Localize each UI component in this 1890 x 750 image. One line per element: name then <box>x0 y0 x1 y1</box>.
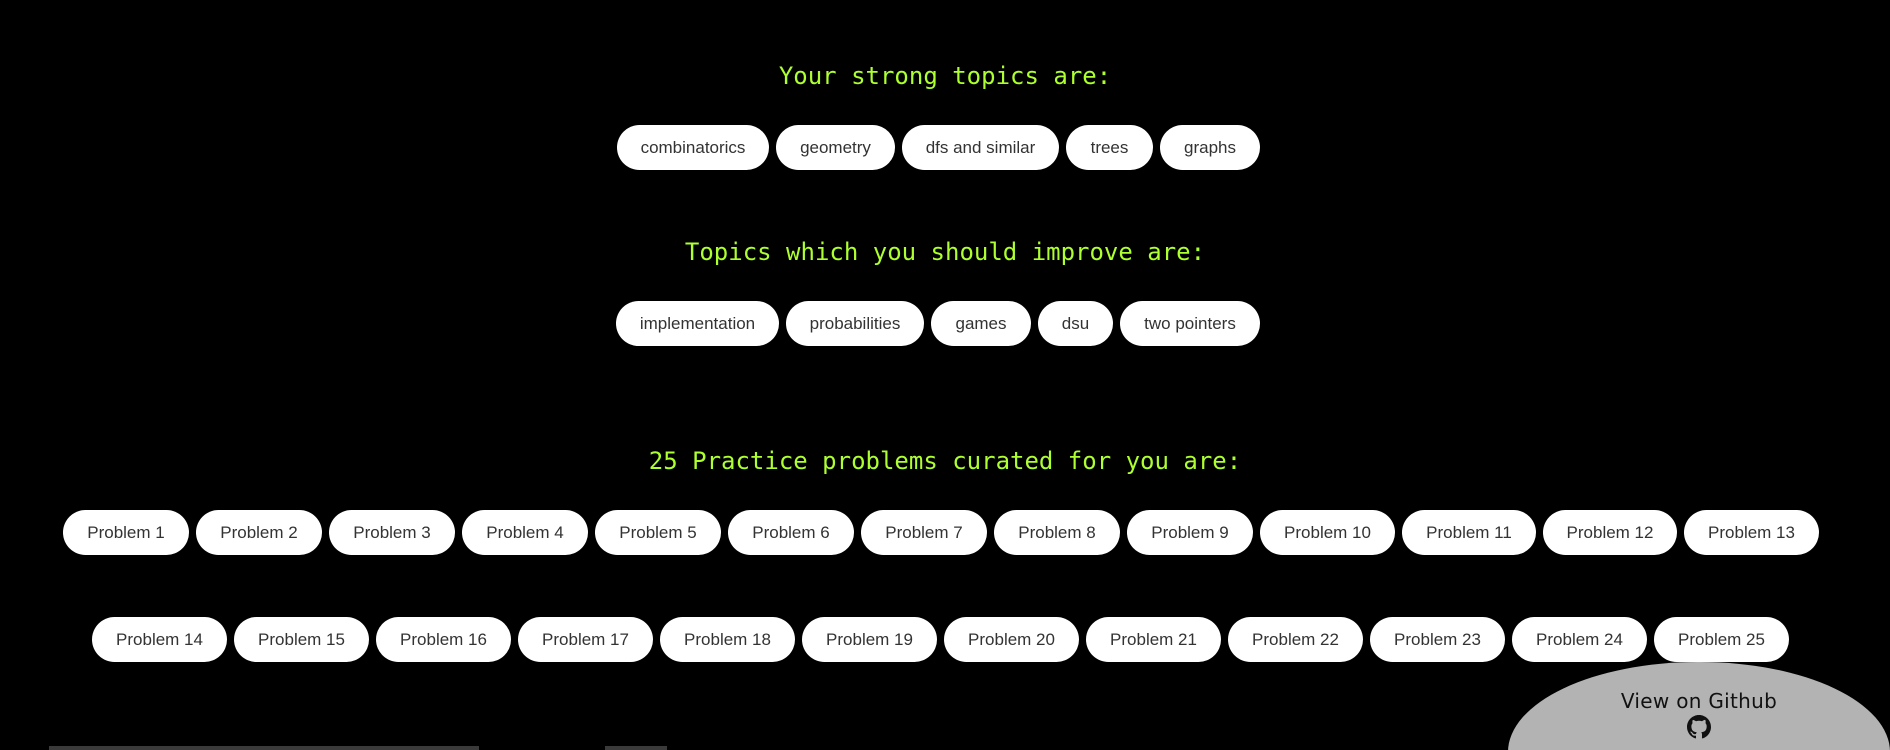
strong-topic-pill[interactable]: combinatorics <box>617 125 769 170</box>
practice-problems-row-2: Problem 14 Problem 15 Problem 16 Problem… <box>92 617 1789 662</box>
improve-topics-heading: Topics which you should improve are: <box>684 238 1206 266</box>
problem-link[interactable]: Problem 16 <box>376 617 511 662</box>
problem-link[interactable]: Problem 11 <box>1402 510 1536 555</box>
problem-link[interactable]: Problem 10 <box>1260 510 1395 555</box>
improve-topics-list: implementation probabilities games dsu t… <box>616 301 1260 346</box>
strong-topics-list: combinatorics geometry dfs and similar t… <box>617 125 1260 170</box>
problem-link[interactable]: Problem 15 <box>234 617 369 662</box>
practice-problems-row-1: Problem 1 Problem 2 Problem 3 Problem 4 … <box>63 510 1819 555</box>
improve-topic-pill[interactable]: probabilities <box>786 301 924 346</box>
problem-link[interactable]: Problem 9 <box>1127 510 1253 555</box>
problem-link[interactable]: Problem 3 <box>329 510 455 555</box>
strong-topics-heading: Your strong topics are: <box>778 62 1112 90</box>
problem-link[interactable]: Problem 5 <box>595 510 721 555</box>
problem-link[interactable]: Problem 2 <box>196 510 322 555</box>
problem-link[interactable]: Problem 25 <box>1654 617 1789 662</box>
improve-topic-pill[interactable]: dsu <box>1038 301 1113 346</box>
improve-topic-pill[interactable]: implementation <box>616 301 779 346</box>
improve-topic-pill[interactable]: games <box>931 301 1031 346</box>
problem-link[interactable]: Problem 13 <box>1684 510 1819 555</box>
strong-topic-pill[interactable]: trees <box>1066 125 1153 170</box>
strong-topic-pill[interactable]: geometry <box>776 125 895 170</box>
problem-link[interactable]: Problem 12 <box>1543 510 1677 555</box>
problem-link[interactable]: Problem 24 <box>1512 617 1647 662</box>
problem-link[interactable]: Problem 20 <box>944 617 1079 662</box>
problem-link[interactable]: Problem 1 <box>63 510 189 555</box>
problem-link[interactable]: Problem 21 <box>1086 617 1221 662</box>
strong-topic-pill[interactable]: graphs <box>1160 125 1260 170</box>
problem-link[interactable]: Problem 7 <box>861 510 987 555</box>
github-icon <box>1687 715 1711 739</box>
problem-link[interactable]: Problem 17 <box>518 617 653 662</box>
problem-link[interactable]: Problem 8 <box>994 510 1120 555</box>
github-label: View on Github <box>1620 689 1778 713</box>
view-on-github-button[interactable]: View on Github <box>1508 662 1890 750</box>
problem-link[interactable]: Problem 14 <box>92 617 227 662</box>
scrollbar-thumb[interactable] <box>605 746 667 750</box>
improve-topic-pill[interactable]: two pointers <box>1120 301 1260 346</box>
problem-link[interactable]: Problem 6 <box>728 510 854 555</box>
practice-problems-heading: 25 Practice problems curated for you are… <box>648 447 1242 475</box>
problem-link[interactable]: Problem 4 <box>462 510 588 555</box>
horizontal-scrollbar[interactable] <box>49 746 479 750</box>
strong-topic-pill[interactable]: dfs and similar <box>902 125 1059 170</box>
problem-link[interactable]: Problem 18 <box>660 617 795 662</box>
problem-link[interactable]: Problem 19 <box>802 617 937 662</box>
problem-link[interactable]: Problem 22 <box>1228 617 1363 662</box>
problem-link[interactable]: Problem 23 <box>1370 617 1505 662</box>
